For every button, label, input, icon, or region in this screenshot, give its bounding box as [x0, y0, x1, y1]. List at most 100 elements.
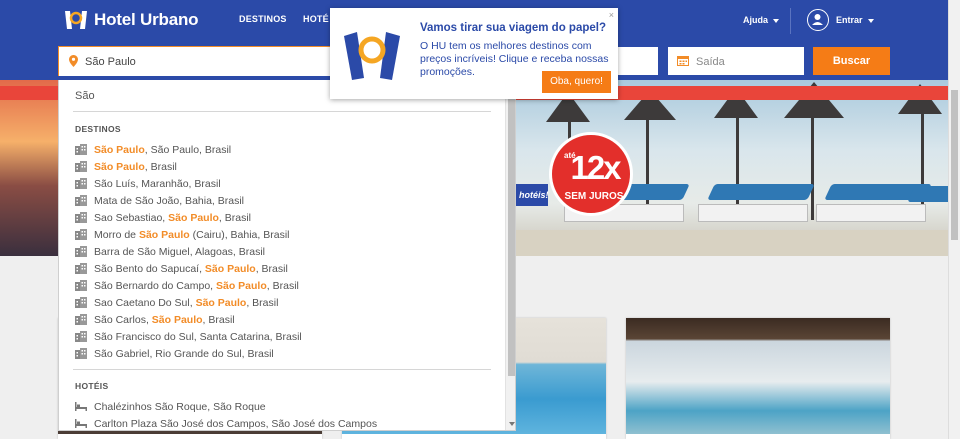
label-text: , Brasil	[144, 160, 177, 173]
suggestion-destination[interactable]: São Gabriel, Rio Grande do Sul, Brasil	[75, 345, 274, 362]
label-text: São Gabriel, Rio Grande do Sul, Brasil	[94, 347, 274, 360]
label-text: Barra de São Miguel, Alagoas, Brasil	[94, 245, 266, 258]
destination-label: Sao Sebastiao, São Paulo, Brasil	[94, 212, 251, 224]
building-icon	[75, 144, 87, 155]
help-menu[interactable]: Ajuda	[743, 15, 780, 25]
nav-hoteis[interactable]: HOTÉ	[303, 14, 329, 24]
divider	[73, 369, 491, 370]
brand-name: Hotel Urbano	[94, 10, 199, 29]
label-text: São Luís, Maranhão, Brasil	[94, 177, 221, 190]
close-icon[interactable]: ×	[609, 10, 614, 20]
label-text: São Francisco do Sul, Santa Catarina, Br…	[94, 330, 302, 343]
suggestion-hotel[interactable]: Chalézinhos São Roque, São Roque	[75, 398, 266, 415]
suggestion-destination[interactable]: São Luís, Maranhão, Brasil	[75, 175, 221, 192]
building-icon	[75, 229, 87, 240]
badge-amount: 12x	[570, 149, 621, 186]
label-text: , Brasil	[255, 262, 288, 275]
bed-icon	[75, 402, 87, 411]
person-icon	[812, 14, 823, 25]
hu-logo-icon	[344, 32, 400, 80]
page-scrollbar[interactable]	[948, 0, 960, 439]
hotel-name: Chalézinhos São Roque, São Roque	[94, 400, 266, 413]
suggestion-destination[interactable]: Mata de São João, Bahia, Brasil	[75, 192, 244, 209]
suggestion-destination[interactable]: São Paulo, Brasil	[75, 158, 177, 175]
suggestion-destination[interactable]: Sao Sebastiao, São Paulo, Brasil	[75, 209, 251, 226]
label-text: Morro de	[94, 228, 139, 241]
suggestion-destination[interactable]: São Paulo, São Paulo, Brasil	[75, 141, 231, 158]
hotel-photo-terrace	[626, 318, 890, 434]
suggestion-destination[interactable]: Barra de São Miguel, Alagoas, Brasil	[75, 243, 265, 260]
building-icon	[75, 314, 87, 325]
logo-icon	[65, 11, 87, 29]
page-scroll-thumb[interactable]	[951, 90, 958, 240]
label-text: , Brasil	[202, 313, 235, 326]
lounger-base	[698, 204, 808, 222]
divider	[73, 111, 491, 112]
building-icon	[75, 348, 87, 359]
suggestion-destination[interactable]: Morro de São Paulo (Cairu), Bahia, Brasi…	[75, 226, 289, 243]
lounger	[907, 186, 948, 202]
hotel-name: Carlton Plaza São José dos Campos, São J…	[94, 417, 378, 430]
label-text: Sao Sebastiao,	[94, 211, 169, 224]
bed-icon	[75, 419, 87, 428]
building-icon	[75, 178, 87, 189]
suggestion-destination[interactable]: São Bernardo do Campo, São Paulo, Brasil	[75, 277, 299, 294]
suggestion-destination[interactable]: São Bento do Sapucaí, São Paulo, Brasil	[75, 260, 288, 277]
chevron-down-icon	[867, 18, 874, 23]
destination-label: São Bernardo do Campo, São Paulo, Brasil	[94, 280, 299, 292]
label-text: , São Paulo, Brasil	[144, 143, 232, 156]
label-highlight: São Paulo	[216, 279, 267, 292]
popup-cta-button[interactable]: Oba, quero!	[542, 71, 611, 93]
help-label: Ajuda	[743, 15, 769, 25]
label-text: , Brasil	[266, 279, 299, 292]
label-highlight: São Paulo	[138, 228, 190, 241]
building-icon	[75, 297, 87, 308]
building-icon	[75, 331, 87, 342]
suggestion-hotel[interactable]: Carlton Plaza São José dos Campos, São J…	[75, 415, 378, 430]
label-highlight: São Paulo	[94, 160, 145, 173]
umbrella-pole	[736, 100, 739, 220]
label-text: São Carlos,	[94, 313, 152, 326]
destination-input[interactable]: São Paulo	[58, 46, 332, 76]
building-icon	[75, 246, 87, 257]
nav-destinos[interactable]: DESTINOS	[239, 14, 287, 24]
building-icon	[75, 212, 87, 223]
suggestion-destination[interactable]: Sao Caetano Do Sul, São Paulo, Brasil	[75, 294, 278, 311]
chevron-down-icon	[773, 18, 780, 23]
checkout-input[interactable]: Saída	[668, 47, 804, 75]
user-icon[interactable]	[807, 9, 829, 31]
login-menu[interactable]: Entrar	[836, 15, 874, 25]
hero-image-left	[0, 80, 60, 256]
label-text: São Bernardo do Campo,	[94, 279, 216, 292]
destination-label: Sao Caetano Do Sul, São Paulo, Brasil	[94, 297, 278, 309]
suggestion-destination[interactable]: São Francisco do Sul, Santa Catarina, Br…	[75, 328, 302, 345]
popup-title: Vamos tirar sua viagem do papel?	[420, 22, 606, 34]
destination-label: São Bento do Sapucaí, São Paulo, Brasil	[94, 263, 288, 275]
label-highlight: São Paulo	[204, 262, 256, 275]
newsletter-popup: × Vamos tirar sua viagem do papel? O HU …	[330, 8, 618, 99]
destination-label: São Gabriel, Rio Grande do Sul, Brasil	[94, 348, 274, 360]
destination-value: São Paulo	[85, 56, 136, 68]
pool-deck	[516, 230, 948, 256]
label-text: Sao Caetano Do Sul,	[94, 296, 196, 309]
destination-label: São Paulo, São Paulo, Brasil	[94, 144, 231, 156]
building-icon	[75, 195, 87, 206]
hotel-card[interactable]	[626, 318, 890, 439]
scroll-thumb[interactable]	[508, 96, 515, 376]
label-highlight: São Paulo	[195, 296, 247, 309]
building-icon	[75, 263, 87, 274]
typed-query: São	[75, 90, 95, 102]
label-text: São Bento do Sapucaí,	[94, 262, 205, 275]
suggestion-destination[interactable]: São Carlos, São Paulo, Brasil	[75, 311, 235, 328]
lounger	[707, 184, 815, 200]
badge-suffix: SEM JUROS	[564, 191, 624, 202]
dropdown-scrollbar[interactable]	[505, 80, 515, 430]
label-text: Mata de São João, Bahia, Brasil	[94, 194, 245, 207]
destination-label: São Carlos, São Paulo, Brasil	[94, 314, 235, 326]
search-button[interactable]: Buscar	[813, 47, 890, 75]
scroll-down-icon[interactable]	[509, 422, 515, 426]
destination-label: São Francisco do Sul, Santa Catarina, Br…	[94, 331, 302, 343]
login-label: Entrar	[836, 15, 863, 25]
brand-logo[interactable]: Hotel Urbano	[62, 8, 199, 32]
building-icon	[75, 280, 87, 291]
